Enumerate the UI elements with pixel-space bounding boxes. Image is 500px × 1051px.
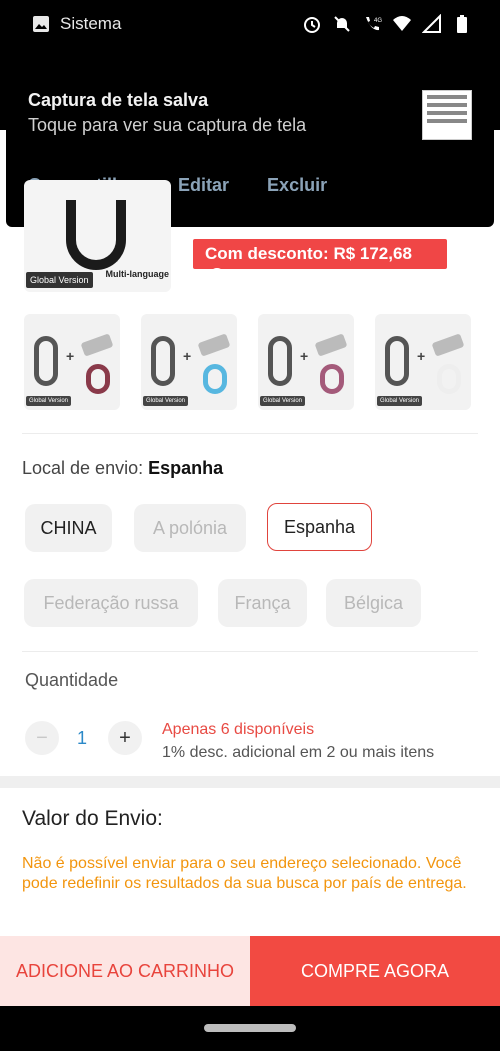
wifi-icon [393, 16, 411, 31]
image-icon [33, 16, 49, 32]
shipping-from-selected: Espanha [148, 458, 224, 478]
screenshot-thumbnail[interactable] [422, 90, 472, 140]
buy-now-button[interactable]: COMPRE AGORA [250, 936, 500, 1006]
notification-subtitle: Toque para ver sua captura de tela [28, 115, 307, 135]
ship-option-poland[interactable]: A polónia [134, 504, 246, 552]
home-gesture-handle[interactable] [204, 1024, 296, 1032]
battery-icon [457, 15, 467, 33]
shipping-from-label: Local de envio: Espanha [22, 458, 224, 478]
quantity-label: Quantidade [25, 670, 119, 690]
quantity-decrease-button[interactable]: − [25, 721, 59, 755]
ship-option-france[interactable]: França [218, 579, 307, 627]
notifications-off-icon [334, 16, 350, 32]
quantity-value[interactable]: 1 [77, 728, 87, 749]
variant-thumbnail[interactable]: + Global Version [24, 314, 120, 410]
multi-language-caption: Multi-language [105, 269, 170, 279]
bulk-discount-text: 1% desc. adicional em 2 ou mais itens [162, 744, 435, 761]
status-bar: Sistema 4G [0, 0, 500, 50]
product-main-image[interactable]: Global Version Multi-language [24, 180, 171, 292]
delete-action[interactable]: Excluir [267, 175, 327, 196]
edit-action[interactable]: Editar [178, 175, 229, 196]
wifi-call-icon: 4G [366, 17, 382, 31]
navigation-bar [0, 1006, 500, 1051]
divider [22, 433, 478, 434]
ship-option-russia[interactable]: Federação russa [24, 579, 198, 627]
discount-price-badge: Com desconto: R$ 172,68 ? [193, 239, 447, 284]
global-version-badge: Global Version [26, 272, 93, 288]
smartband-image [66, 200, 126, 270]
signal-icon [422, 14, 441, 33]
status-icons: 4G [302, 14, 472, 34]
stock-availability: Apenas 6 disponíveis [162, 721, 315, 738]
ship-option-belgium[interactable]: Bélgica [326, 579, 421, 627]
ship-option-china[interactable]: CHINA [25, 504, 112, 552]
section-separator [0, 776, 500, 788]
discount-price-label: Com desconto: R$ 172,68 [205, 244, 412, 263]
ship-option-spain[interactable]: Espanha [267, 503, 372, 551]
alarm-icon [304, 17, 320, 33]
variant-thumbnail[interactable]: + Global Version [258, 314, 354, 410]
svg-text:4G: 4G [374, 18, 382, 24]
variant-thumbnails: + Global Version + Global Version + Glob… [24, 314, 471, 410]
variant-thumbnail[interactable]: + Global Version [375, 314, 471, 410]
shipping-value-title: Valor do Envio: [22, 807, 163, 830]
status-app-label: Sistema [60, 14, 122, 33]
status-left: Sistema [32, 14, 121, 34]
divider [22, 651, 478, 652]
shipping-warning: Não é possível enviar para o seu endereç… [22, 855, 467, 892]
help-icon[interactable]: ? [209, 268, 225, 284]
quantity-increase-button[interactable]: + [108, 721, 142, 755]
variant-thumbnail[interactable]: + Global Version [141, 314, 237, 410]
notification-title: Captura de tela salva [28, 90, 209, 110]
add-to-cart-button[interactable]: ADICIONE AO CARRINHO [0, 936, 250, 1006]
